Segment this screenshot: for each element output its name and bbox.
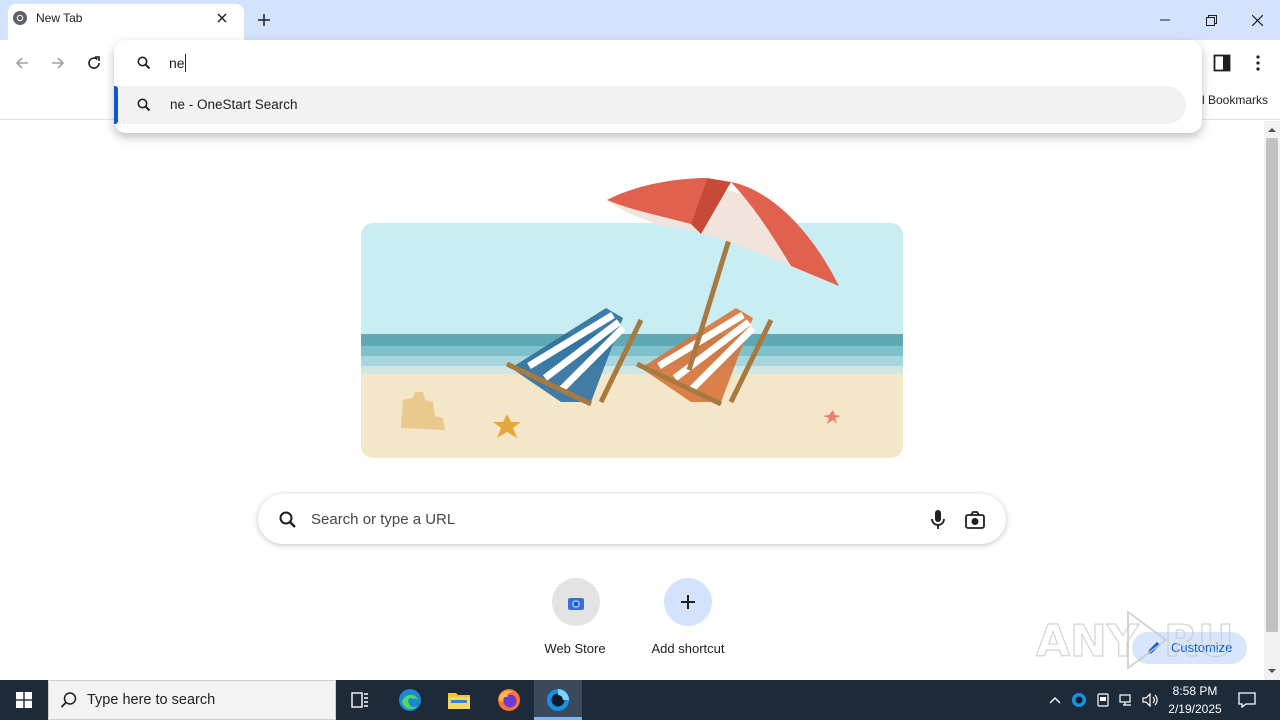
scroll-thumb[interactable] — [1266, 138, 1278, 632]
restore-button[interactable] — [1197, 8, 1225, 32]
clock-date[interactable]: 2/19/2025 — [1166, 702, 1224, 716]
windows-logo-icon — [16, 692, 32, 708]
taskbar-search-icon — [60, 691, 78, 709]
svg-text:ANY: ANY — [1036, 616, 1140, 667]
omnibox-search-icon — [136, 55, 152, 71]
device-icon[interactable] — [1093, 690, 1113, 710]
search-icon — [278, 510, 298, 530]
reload-button[interactable] — [83, 52, 105, 74]
beach-doodle-image[interactable] — [361, 170, 903, 458]
address-bar-input[interactable]: ne — [169, 54, 185, 72]
chevron-up-icon[interactable] — [1045, 690, 1065, 710]
task-view-icon[interactable] — [336, 680, 384, 720]
text-caret — [185, 54, 186, 72]
new-tab-button[interactable] — [254, 10, 274, 30]
chrome-tab-icon — [12, 10, 28, 26]
camera-icon[interactable] — [964, 509, 986, 531]
shortcut-label-add[interactable]: Add shortcut — [628, 641, 748, 657]
all-bookmarks-label[interactable]: l Bookmarks — [1202, 92, 1268, 108]
taskbar-search-placeholder[interactable]: Type here to search — [87, 691, 215, 709]
add-shortcut-button[interactable] — [664, 578, 712, 626]
start-button[interactable] — [0, 680, 48, 720]
close-window-button[interactable] — [1243, 8, 1271, 32]
tab-title: New Tab — [36, 11, 83, 25]
plus-icon — [680, 594, 696, 610]
onestart-tray-icon[interactable] — [1069, 690, 1089, 710]
suggestion-search-icon — [136, 97, 152, 113]
suggestion-text[interactable]: ne - OneStart Search — [170, 96, 298, 114]
menu-icon[interactable] — [1247, 52, 1269, 74]
forward-button[interactable] — [47, 52, 69, 74]
notification-center-icon[interactable] — [1237, 690, 1257, 710]
shortcut-label-web-store[interactable]: Web Store — [515, 641, 635, 657]
onestart-browser-icon[interactable] — [534, 680, 582, 720]
back-button[interactable] — [11, 52, 33, 74]
firefox-icon[interactable] — [485, 680, 533, 720]
scroll-down-icon[interactable] — [1266, 666, 1278, 676]
volume-icon[interactable] — [1141, 690, 1161, 710]
ntp-search-placeholder[interactable]: Search or type a URL — [311, 510, 455, 530]
web-store-icon — [566, 592, 586, 612]
suggestion-focus-indicator — [114, 86, 118, 124]
file-explorer-icon[interactable] — [435, 680, 483, 720]
side-panel-icon[interactable] — [1211, 52, 1233, 74]
edge-icon[interactable] — [386, 680, 434, 720]
tab-close-icon[interactable] — [212, 8, 232, 28]
anyrun-watermark-logo: ANY RUN — [1036, 604, 1236, 674]
microphone-icon[interactable] — [928, 509, 948, 531]
shortcut-web-store[interactable] — [552, 578, 600, 626]
network-icon[interactable] — [1117, 690, 1137, 710]
clock-time[interactable]: 8:58 PM — [1172, 684, 1218, 698]
scroll-up-icon[interactable] — [1266, 125, 1278, 135]
svg-text:RUN: RUN — [1164, 616, 1236, 667]
minimize-button[interactable] — [1151, 8, 1179, 32]
